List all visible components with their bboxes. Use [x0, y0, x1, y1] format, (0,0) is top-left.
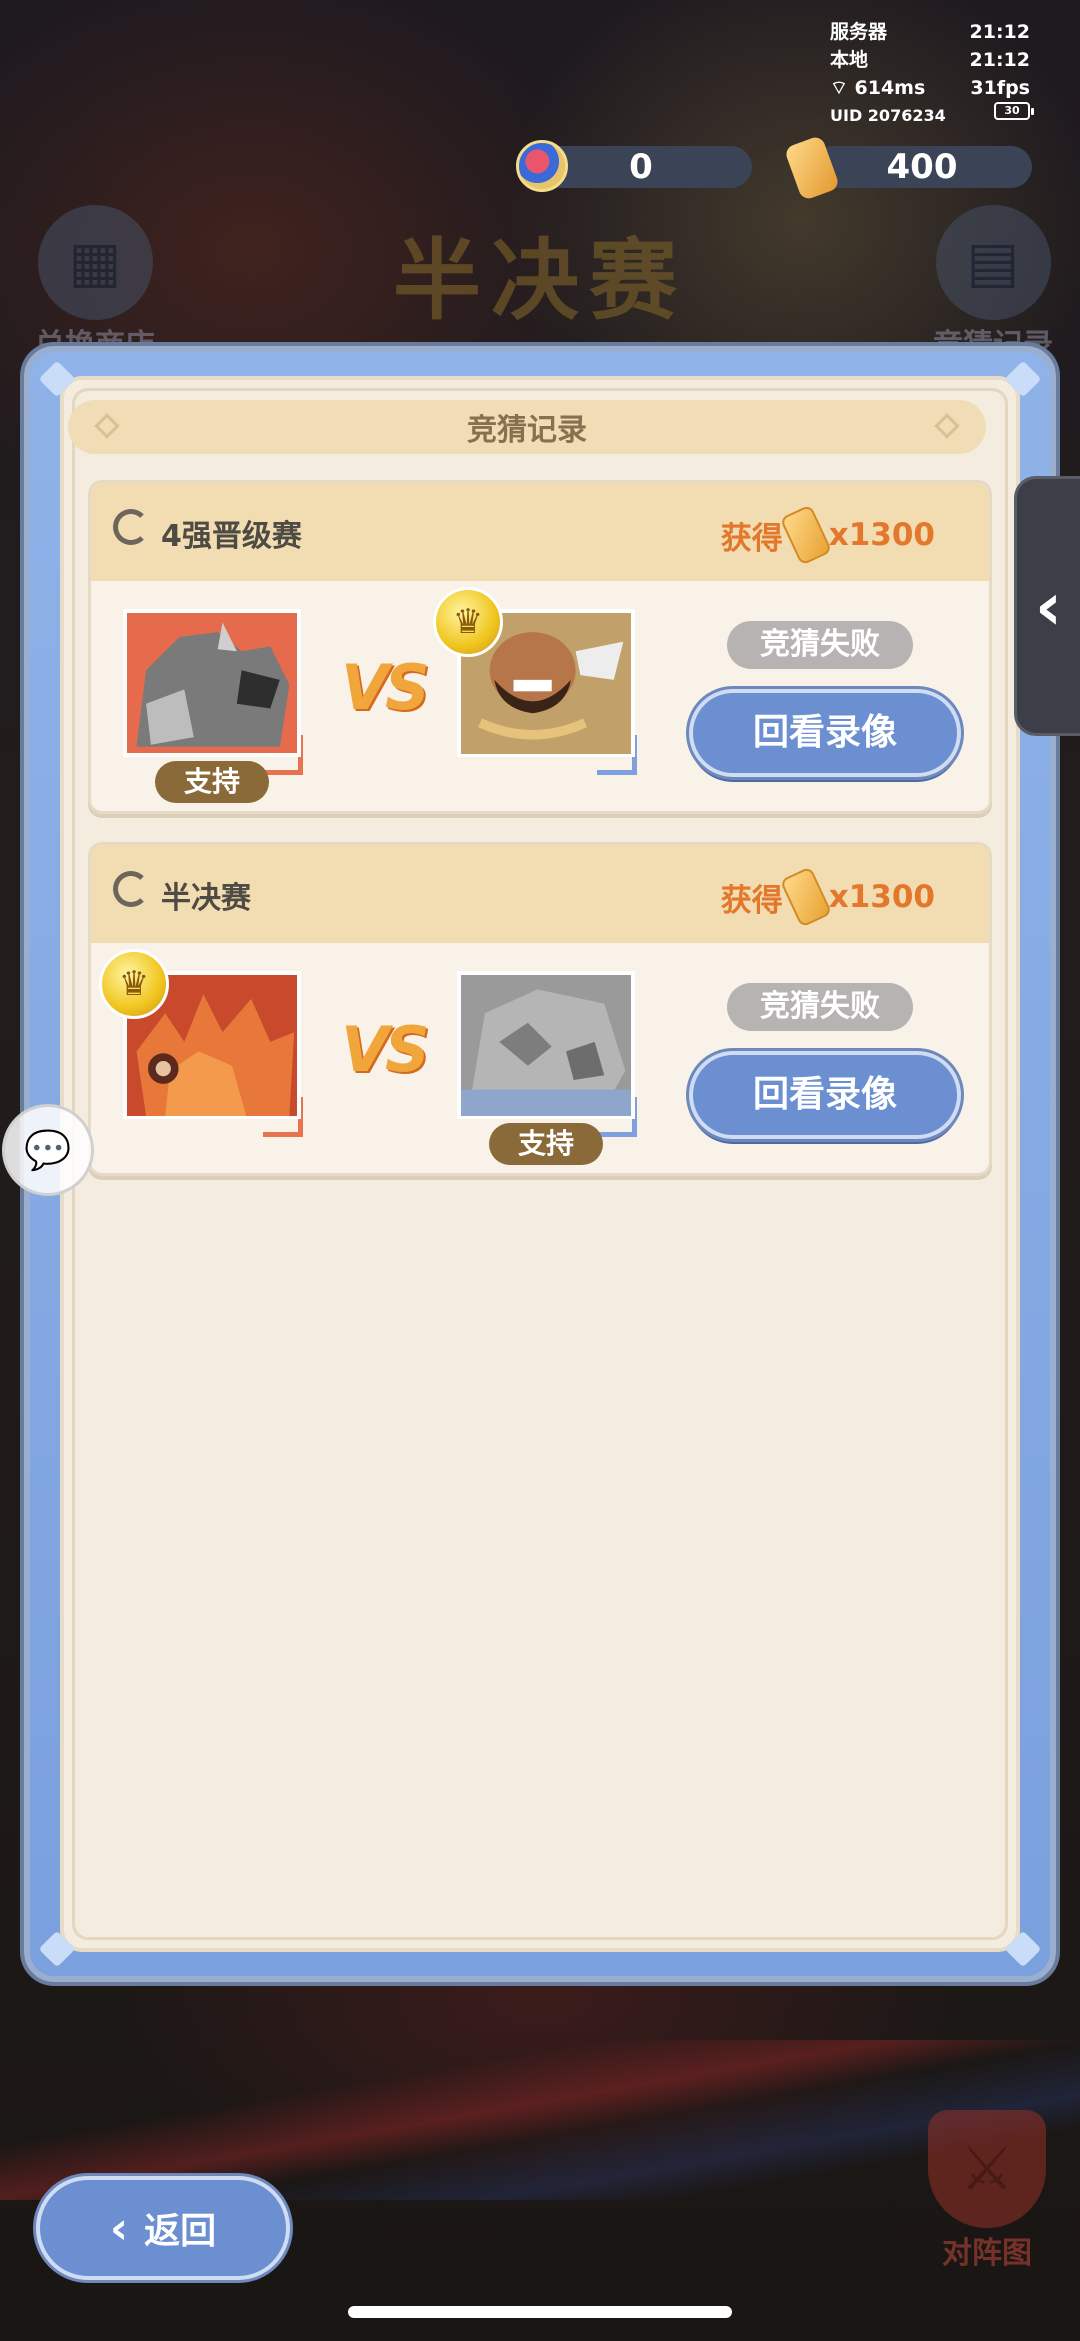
server-label: 服务器: [830, 21, 888, 43]
replay-button[interactable]: 回看录像: [689, 689, 961, 777]
reward-amount: x1300: [828, 879, 935, 915]
shop-icon: ▦: [37, 205, 153, 320]
crossed-swords-icon: ⚔: [928, 2110, 1046, 2228]
bracket-map-button[interactable]: ⚔ 对阵图: [912, 2110, 1062, 2272]
back-label: 返回: [144, 2211, 217, 2252]
replay-button[interactable]: 回看录像: [689, 1051, 961, 1139]
local-label: 本地: [830, 49, 869, 71]
ping-readout: ⌔ 614ms: [830, 74, 925, 102]
winner-crown-icon: ♛: [433, 587, 503, 657]
stage-name: 4强晋级赛: [161, 519, 302, 554]
guess-result-badge: 竞猜失败: [727, 983, 913, 1031]
vs-label: VS: [341, 651, 430, 724]
panel-title: 竞猜记录: [467, 413, 587, 448]
local-time: 21:12: [969, 49, 1030, 71]
battery-icon: 30: [994, 102, 1034, 120]
reward-amount: x1300: [828, 517, 935, 553]
reward-prefix: 获得: [720, 882, 783, 919]
chevron-left-icon: ‹: [1034, 567, 1063, 645]
rock-creature-art: [461, 975, 631, 1117]
reward: 获得 x1300: [720, 866, 935, 928]
chat-button[interactable]: 💬: [2, 1104, 94, 1196]
record-icon: ▤: [935, 205, 1051, 320]
reward: 获得 x1300: [720, 504, 935, 566]
wifi-icon: ⌔: [830, 77, 848, 99]
guess-result-badge: 竞猜失败: [727, 621, 913, 669]
stage-moon-icon: [113, 871, 149, 907]
winner-crown-icon: ♛: [99, 949, 169, 1019]
guess-record-button[interactable]: ▤ 竞猜记录: [908, 205, 1078, 364]
ticket-counter: 400: [812, 146, 1032, 188]
record-card: 半决赛 获得 x1300 ♛ VS 支持 竞猜失败 回看录像: [88, 842, 992, 1176]
ping-value: 614ms: [854, 77, 926, 99]
support-badge: 支持: [489, 1123, 603, 1165]
stage-name: 半决赛: [161, 881, 251, 916]
gray-beast-art: [136, 622, 290, 747]
panel-title-bar: 竞猜记录: [68, 400, 986, 454]
fighter-left-portrait: [123, 609, 301, 757]
ticket-icon: [779, 866, 833, 928]
chat-icon: 💬: [24, 1127, 72, 1172]
side-drawer-toggle[interactable]: ‹: [1014, 476, 1080, 736]
debug-status: 服务器 21:12 本地 21:12 ⌔ 614ms 31fps UID 207623…: [830, 18, 1034, 130]
gem-icon: [516, 140, 568, 192]
record-card: 4强晋级赛 获得 x1300 支持 VS ♛ 竞猜失败 回看录像: [88, 480, 992, 814]
exchange-shop-button[interactable]: ▦ 兑换商店: [10, 205, 180, 364]
back-button[interactable]: ‹ 返回: [36, 2176, 290, 2280]
stage-moon-icon: [113, 509, 149, 545]
diamond-icon: [934, 413, 960, 439]
server-time: 21:12: [969, 21, 1030, 43]
reward-prefix: 获得: [720, 520, 783, 557]
back-arrow-icon: ‹: [109, 2202, 129, 2254]
diamond-icon: [94, 413, 120, 439]
fps-value: 31fps: [970, 77, 1030, 99]
home-indicator[interactable]: [348, 2306, 732, 2318]
uid-value: UID 2076234: [830, 106, 946, 125]
fighter-right-portrait: [457, 971, 635, 1119]
support-badge: 支持: [155, 761, 269, 803]
vs-label: VS: [341, 1013, 430, 1086]
ticket-icon: [779, 504, 833, 566]
map-label: 对阵图: [942, 2236, 1032, 2271]
